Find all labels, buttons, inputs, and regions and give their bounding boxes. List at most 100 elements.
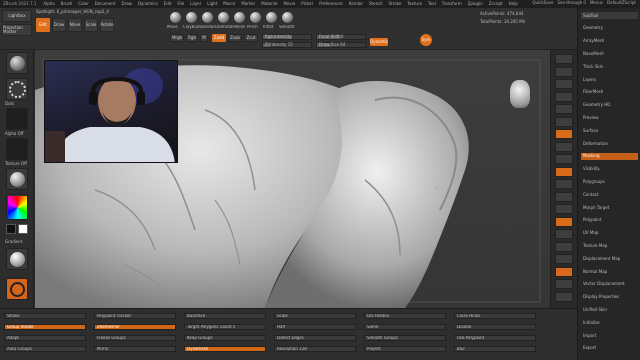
top-right-info-item[interactable]: Menus bbox=[590, 1, 603, 5]
tray-row-export[interactable]: Export bbox=[581, 345, 638, 352]
bottom-option-stroke[interactable]: Stroke bbox=[4, 313, 86, 319]
matcap-thumb[interactable] bbox=[6, 248, 28, 270]
bottom-option-same[interactable]: Same bbox=[364, 324, 446, 330]
right-shelf-button[interactable] bbox=[555, 229, 573, 239]
right-shelf-button[interactable] bbox=[555, 141, 573, 152]
tray-row-vector-displacement[interactable]: Vector Displacement bbox=[581, 281, 638, 288]
top-right-info-item[interactable]: QuickSave bbox=[532, 1, 553, 5]
menu-item-texture[interactable]: Texture bbox=[404, 2, 425, 6]
bottom-option-scale[interactable]: Scale bbox=[274, 313, 356, 319]
bottom-option-use-polypaint[interactable]: Use Polypaint bbox=[454, 335, 536, 341]
tray-row-displacement-map[interactable]: Displacement Map bbox=[581, 255, 638, 262]
menu-item-color[interactable]: Color bbox=[75, 2, 91, 6]
bottom-option-group-visible[interactable]: Group Visible bbox=[4, 324, 86, 330]
tray-row-layers[interactable]: Layers bbox=[581, 76, 638, 83]
edit-button[interactable]: Edit bbox=[36, 18, 50, 32]
zcut-button[interactable]: Zcut bbox=[244, 34, 258, 42]
tray-row-morph-target[interactable]: Morph Target bbox=[581, 204, 638, 211]
tray-row-normal-map[interactable]: Normal Map bbox=[581, 268, 638, 275]
projection-master-button[interactable]: Projection Master bbox=[2, 24, 32, 36]
material-thumb[interactable] bbox=[6, 168, 28, 190]
top-right-info-item[interactable]: DefaultZScript bbox=[607, 1, 636, 5]
bottom-option-detect-edges[interactable]: Detect Edges bbox=[274, 335, 356, 341]
tray-row-geometry-hd[interactable]: Geometry HD bbox=[581, 102, 638, 109]
m-button[interactable]: M bbox=[200, 34, 208, 42]
right-shelf-button[interactable] bbox=[555, 279, 573, 289]
bottom-option-blur[interactable]: Blur bbox=[454, 346, 536, 352]
focal-shift-slider[interactable]: Focal Shift 0 bbox=[316, 34, 366, 40]
zadd-button[interactable]: Zadd bbox=[212, 34, 226, 42]
menu-item-render[interactable]: Render bbox=[346, 2, 366, 6]
right-shelf-button[interactable] bbox=[555, 166, 573, 177]
menu-item-picker[interactable]: Picker bbox=[298, 2, 316, 6]
top-right-info-item[interactable]: See-through 0 bbox=[558, 1, 586, 5]
right-shelf-button[interactable] bbox=[555, 79, 573, 89]
tray-row-surface[interactable]: Surface bbox=[581, 127, 638, 134]
right-shelf-button[interactable] bbox=[555, 216, 573, 227]
tray-row-deformation[interactable]: Deformation bbox=[581, 140, 638, 147]
tray-row-polygroups[interactable]: Polygroups bbox=[581, 178, 638, 185]
brush-smooth-icon[interactable] bbox=[282, 12, 293, 23]
brush-damstandard-icon[interactable] bbox=[218, 12, 229, 23]
menu-item-help[interactable]: Help bbox=[506, 2, 521, 6]
tray-row-geometry[interactable]: Geometry bbox=[581, 25, 638, 32]
tray-row-arraymesh[interactable]: ArrayMesh bbox=[581, 38, 638, 45]
bottom-option-dynamesh[interactable]: Dynamesh bbox=[184, 346, 266, 352]
right-shelf-button[interactable] bbox=[555, 54, 573, 64]
bottom-option-zremesher[interactable]: ZRemesher bbox=[94, 324, 176, 330]
bottom-option-resolution-128[interactable]: Resolution 128 bbox=[274, 346, 356, 352]
tray-row-uv-map[interactable]: UV Map bbox=[581, 230, 638, 237]
tray-row-fibermesh[interactable]: FiberMesh bbox=[581, 89, 638, 96]
dynamic-button[interactable]: Dynamic bbox=[370, 38, 388, 46]
bottom-option-polypaint-tracker[interactable]: Polypaint Tracker bbox=[94, 313, 176, 319]
move-button[interactable]: Move bbox=[68, 18, 82, 32]
menu-item-marker[interactable]: Marker bbox=[238, 2, 258, 6]
right-shelf-button[interactable] bbox=[555, 266, 573, 277]
scale-button[interactable]: Scale bbox=[84, 18, 98, 32]
tray-row-display-properties[interactable]: Display Properties bbox=[581, 294, 638, 301]
menu-item-light[interactable]: Light bbox=[204, 2, 220, 6]
tray-row-masking[interactable]: Masking bbox=[581, 152, 638, 160]
bottom-option-auto-groups[interactable]: Auto Groups bbox=[4, 346, 86, 352]
bottom-option-smooth-groups[interactable]: Smooth Groups bbox=[364, 335, 446, 341]
z-intensity-slider[interactable]: Z Intensity 15 bbox=[262, 42, 312, 48]
zsub-button[interactable]: Zsub bbox=[228, 34, 242, 42]
tray-row-contact[interactable]: Contact bbox=[581, 191, 638, 198]
menu-item-layer[interactable]: Layer bbox=[187, 2, 204, 6]
right-shelf-button[interactable] bbox=[555, 154, 573, 164]
right-shelf-button[interactable] bbox=[555, 91, 573, 102]
brush-thumb[interactable] bbox=[6, 52, 28, 74]
main-color-swatch[interactable] bbox=[6, 224, 16, 234]
right-shelf-button[interactable] bbox=[555, 191, 573, 202]
right-shelf-button[interactable] bbox=[555, 104, 573, 114]
bottom-option-double[interactable]: Double bbox=[454, 324, 536, 330]
menu-item-stencil[interactable]: Stencil bbox=[366, 2, 386, 6]
menu-item-zscript[interactable]: Zscript bbox=[486, 2, 506, 6]
tray-row-preview[interactable]: Preview bbox=[581, 114, 638, 121]
tray-row-nanomesh[interactable]: NanoMesh bbox=[581, 50, 638, 57]
bottom-option-project[interactable]: Project bbox=[364, 346, 446, 352]
menu-item-material[interactable]: Material bbox=[258, 2, 280, 6]
rotate-button[interactable]: Rotate bbox=[100, 18, 114, 32]
bottom-option-target-polygons-count-5[interactable]: Target Polygons Count 5 bbox=[184, 324, 266, 330]
tray-row-initialize[interactable]: Initialize bbox=[581, 319, 638, 326]
bottom-option-keep-groups[interactable]: Keep Groups bbox=[184, 335, 266, 341]
rgb-intensity-slider[interactable]: Rgb Intensity bbox=[262, 34, 312, 40]
right-shelf-button[interactable] bbox=[555, 291, 573, 302]
menu-item-stroke[interactable]: Stroke bbox=[386, 2, 405, 6]
menu-item-file[interactable]: File bbox=[174, 2, 187, 6]
alpha-thumb[interactable] bbox=[6, 108, 28, 130]
menu-item-tool[interactable]: Tool bbox=[425, 2, 439, 6]
right-shelf-button[interactable] bbox=[555, 241, 573, 252]
tray-row-visibility[interactable]: Visibility bbox=[581, 166, 638, 173]
draw-button[interactable]: Draw bbox=[52, 18, 66, 32]
brush-inflat-icon[interactable] bbox=[266, 12, 277, 23]
bottom-option-backface[interactable]: Backface bbox=[184, 313, 266, 319]
right-shelf-button[interactable] bbox=[555, 254, 573, 264]
bottom-option-adapt[interactable]: Adapt bbox=[4, 335, 86, 341]
brush-move-icon[interactable] bbox=[170, 12, 181, 23]
brush-pinch-icon[interactable] bbox=[250, 12, 261, 23]
tray-row-polypaint[interactable]: Polypaint bbox=[581, 217, 638, 224]
menu-item-zplugin[interactable]: Zplugin bbox=[465, 2, 486, 6]
tray-row-texture-map[interactable]: Texture Map bbox=[581, 242, 638, 249]
